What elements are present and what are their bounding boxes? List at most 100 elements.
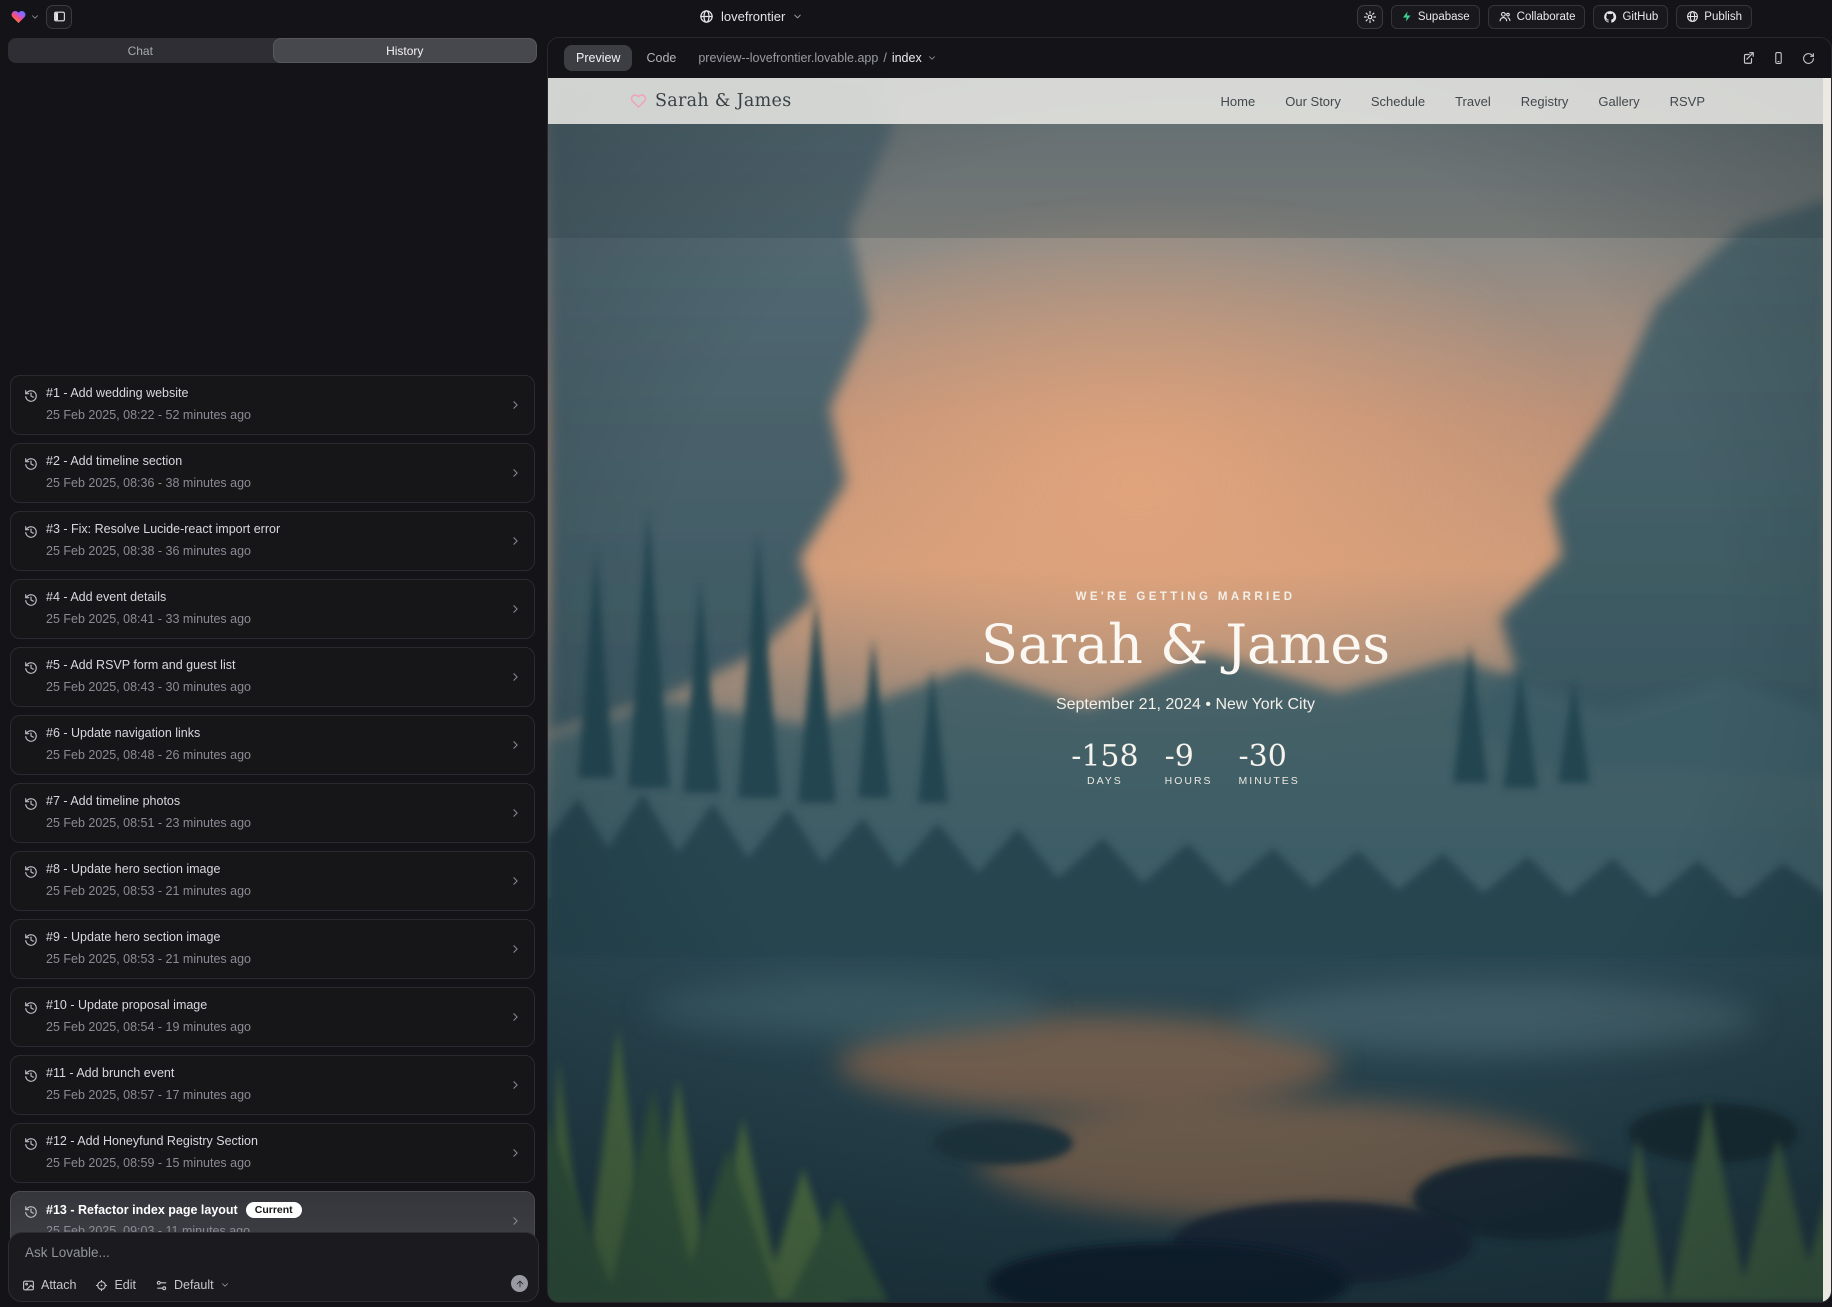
send-button[interactable]: [511, 1275, 528, 1292]
countdown-value: -30: [1239, 740, 1300, 773]
github-button[interactable]: GitHub: [1593, 5, 1668, 29]
history-item-title: #9 - Update hero section image: [46, 930, 220, 944]
hero-title: Sarah & James: [548, 613, 1823, 676]
mobile-view-button[interactable]: [1772, 51, 1785, 65]
nav-link[interactable]: Registry: [1521, 94, 1569, 109]
history-item-meta: 25 Feb 2025, 08:41 - 33 minutes ago: [46, 612, 251, 626]
tab-code[interactable]: Code: [646, 51, 676, 65]
history-item[interactable]: #1 - Add wedding website 25 Feb 2025, 08…: [10, 375, 535, 435]
history-item[interactable]: #9 - Update hero section image 25 Feb 20…: [10, 919, 535, 979]
github-label: GitHub: [1622, 11, 1658, 23]
history-item[interactable]: #11 - Add brunch event 25 Feb 2025, 08:5…: [10, 1055, 535, 1115]
history-item-title: #2 - Add timeline section: [46, 454, 182, 468]
history-item[interactable]: #4 - Add event details 25 Feb 2025, 08:4…: [10, 579, 535, 639]
preview-url[interactable]: preview--lovefrontier.lovable.app / inde…: [698, 51, 936, 65]
history-item-title: #5 - Add RSVP form and guest list: [46, 658, 235, 672]
preview-panel: Preview Code preview--lovefrontier.lovab…: [547, 37, 1832, 1303]
chat-input[interactable]: [23, 1243, 487, 1271]
history-icon: [24, 457, 38, 471]
site-header: Sarah & James Home Our Story Schedule Trave…: [548, 78, 1823, 124]
chevron-right-icon: [509, 1079, 522, 1092]
nav-link[interactable]: Our Story: [1285, 94, 1341, 109]
panel-left-icon: [53, 10, 66, 23]
history-item-meta: 25 Feb 2025, 08:43 - 30 minutes ago: [46, 680, 251, 694]
tab-chat[interactable]: Chat: [8, 38, 273, 63]
chevron-right-icon: [509, 739, 522, 752]
sliders-icon: [155, 1279, 168, 1292]
history-item[interactable]: #12 - Add Honeyfund Registry Section 25 …: [10, 1123, 535, 1183]
edit-label: Edit: [114, 1278, 136, 1292]
toggle-sidebar-button[interactable]: [46, 5, 72, 29]
chat-composer: Attach Edit Default: [8, 1232, 539, 1302]
nav-link[interactable]: Travel: [1455, 94, 1491, 109]
edit-button[interactable]: Edit: [95, 1278, 136, 1292]
history-item[interactable]: #5 - Add RSVP form and guest list 25 Feb…: [10, 647, 535, 707]
lovable-app: lovefrontier Supabase: [0, 0, 1832, 1307]
project-name: lovefrontier: [721, 9, 785, 24]
history-item-meta: 25 Feb 2025, 08:59 - 15 minutes ago: [46, 1156, 251, 1170]
preview-url-page: index: [892, 51, 922, 65]
history-icon: [24, 593, 38, 607]
mode-select[interactable]: Default: [155, 1278, 230, 1292]
history-icon: [24, 1137, 38, 1151]
nav-link[interactable]: Home: [1221, 94, 1256, 109]
history-item-meta: 25 Feb 2025, 08:53 - 21 minutes ago: [46, 884, 251, 898]
history-item[interactable]: #3 - Fix: Resolve Lucide-react import er…: [10, 511, 535, 571]
nav-link[interactable]: RSVP: [1670, 94, 1705, 109]
preview-url-separator: /: [883, 51, 886, 65]
hero-background-image: [548, 78, 1831, 1302]
history-item-title: #6 - Update navigation links: [46, 726, 200, 740]
history-item-title: #4 - Add event details: [46, 590, 166, 604]
supabase-label: Supabase: [1418, 11, 1470, 23]
lovable-logo-menu[interactable]: [10, 9, 40, 25]
chevron-right-icon: [509, 943, 522, 956]
image-icon: [22, 1279, 35, 1292]
nav-link[interactable]: Gallery: [1598, 94, 1639, 109]
site-nav: Home Our Story Schedule Travel Registry Galle…: [1221, 94, 1705, 109]
preview-url-host: preview--lovefrontier.lovable.app: [698, 51, 878, 65]
supabase-button[interactable]: Supabase: [1391, 5, 1480, 29]
history-item[interactable]: #8 - Update hero section image 25 Feb 20…: [10, 851, 535, 911]
collaborate-button[interactable]: Collaborate: [1488, 5, 1586, 29]
history-item-title: #13 - Refactor index page layout: [46, 1203, 238, 1217]
chevron-right-icon: [509, 535, 522, 548]
history-item[interactable]: #2 - Add timeline section 25 Feb 2025, 0…: [10, 443, 535, 503]
history-icon: [24, 1001, 38, 1015]
refresh-button[interactable]: [1802, 52, 1815, 65]
site-brand[interactable]: Sarah & James: [630, 91, 791, 111]
open-in-new-tab-button[interactable]: [1741, 51, 1755, 65]
countdown-cell: -158 DAYS: [1071, 740, 1138, 787]
history-item-title: #1 - Add wedding website: [46, 386, 188, 400]
countdown-value: -158: [1071, 740, 1138, 773]
attach-button[interactable]: Attach: [22, 1278, 76, 1292]
history-item-title: #8 - Update hero section image: [46, 862, 220, 876]
supabase-icon: [1401, 10, 1413, 23]
publish-button[interactable]: Publish: [1676, 5, 1752, 29]
history-item[interactable]: #6 - Update navigation links 25 Feb 2025…: [10, 715, 535, 775]
settings-button[interactable]: [1357, 5, 1383, 29]
nav-link[interactable]: Schedule: [1371, 94, 1425, 109]
tab-preview[interactable]: Preview: [564, 45, 632, 71]
history-item[interactable]: #7 - Add timeline photos 25 Feb 2025, 08…: [10, 783, 535, 843]
countdown-label: HOURS: [1165, 775, 1213, 787]
heart-icon: [630, 93, 647, 109]
history-item-meta: 25 Feb 2025, 08:36 - 38 minutes ago: [46, 476, 251, 490]
history-item-title: #3 - Fix: Resolve Lucide-react import er…: [46, 522, 280, 536]
publish-label: Publish: [1704, 11, 1742, 23]
countdown-value: -9: [1165, 740, 1213, 773]
history-item-title: #10 - Update proposal image: [46, 998, 207, 1012]
target-icon: [95, 1279, 108, 1292]
site-scrollbar[interactable]: [1823, 78, 1831, 1302]
history-item[interactable]: #10 - Update proposal image 25 Feb 2025,…: [10, 987, 535, 1047]
hero-date-location: September 21, 2024 • New York City: [548, 696, 1823, 714]
history-item-meta: 25 Feb 2025, 08:48 - 26 minutes ago: [46, 748, 251, 762]
chevron-right-icon: [509, 1147, 522, 1160]
lovable-heart-icon: [10, 9, 27, 25]
attach-label: Attach: [41, 1278, 76, 1292]
tab-history[interactable]: History: [273, 38, 538, 63]
history-item-meta: 25 Feb 2025, 08:53 - 21 minutes ago: [46, 952, 251, 966]
history-item-title: #12 - Add Honeyfund Registry Section: [46, 1134, 258, 1148]
project-selector[interactable]: lovefrontier: [699, 0, 803, 33]
history-item-meta: 25 Feb 2025, 08:54 - 19 minutes ago: [46, 1020, 251, 1034]
sidebar-tabs: Chat History: [8, 38, 537, 63]
